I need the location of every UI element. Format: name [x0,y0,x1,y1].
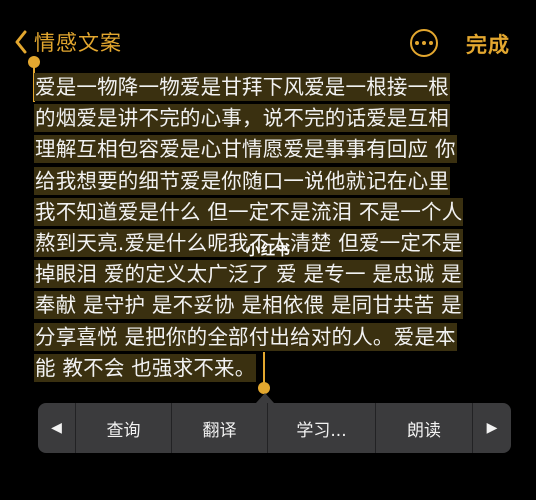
context-menu: ◀ 查询 翻译 学习... 朗读 ▶ [38,403,511,453]
note-body[interactable]: 爱是一物降一物爱是甘拜下风爱是一根接一根 的烟爱是讲不完的心事，说不完的话爱是互… [34,72,504,384]
menu-item-lookup[interactable]: 查询 [76,403,172,453]
note-line: 掉眼泪 爱的定义太广泛了 爱 是专一 是忠诚 是 [34,260,463,289]
back-label: 情感文案 [34,31,122,55]
note-line: 的烟爱是讲不完的心事，说不完的话爱是互相 [34,104,450,133]
done-button[interactable]: 完成 [466,29,510,59]
note-line: 奉献 是守护 是不妥协 是相依偎 是同甘共苦 是 [34,291,463,320]
more-options-button[interactable] [410,29,438,57]
menu-prev-button[interactable]: ◀ [38,403,76,453]
menu-next-button[interactable]: ▶ [473,403,511,453]
nav-bar: 情感文案 完成 [0,0,536,80]
note-line: 我不知道爱是什么 但一定不是流泪 不是一个人 [34,197,464,226]
menu-item-translate[interactable]: 翻译 [172,403,268,453]
note-line: 分享喜悦 是把你的全部付出给对的人。爱是本 [34,322,457,351]
back-button[interactable]: 情感文案 [14,26,122,58]
ellipsis-dot [429,41,433,45]
ellipsis-dot [422,41,426,45]
note-line: 理解互相包容爱是心甘情愿爱是事事有回应 你 [34,135,457,164]
note-line: 爱是一物降一物爱是甘拜下风爱是一根接一根 [34,73,450,101]
watermark: 小红书 [246,243,291,259]
triangle-left-icon: ◀ [51,420,62,436]
menu-item-learn[interactable]: 学习... [268,403,376,453]
triangle-right-icon: ▶ [486,420,498,436]
chevron-left-icon [14,30,28,54]
ellipsis-dot [415,41,419,45]
menu-pointer [256,393,274,403]
menu-item-speak[interactable]: 朗读 [376,403,473,453]
note-line: 能 教不会 也强求不来。 [34,353,257,382]
note-line: 给我想要的细节爱是你随口一说他就记在心里 [34,166,450,195]
